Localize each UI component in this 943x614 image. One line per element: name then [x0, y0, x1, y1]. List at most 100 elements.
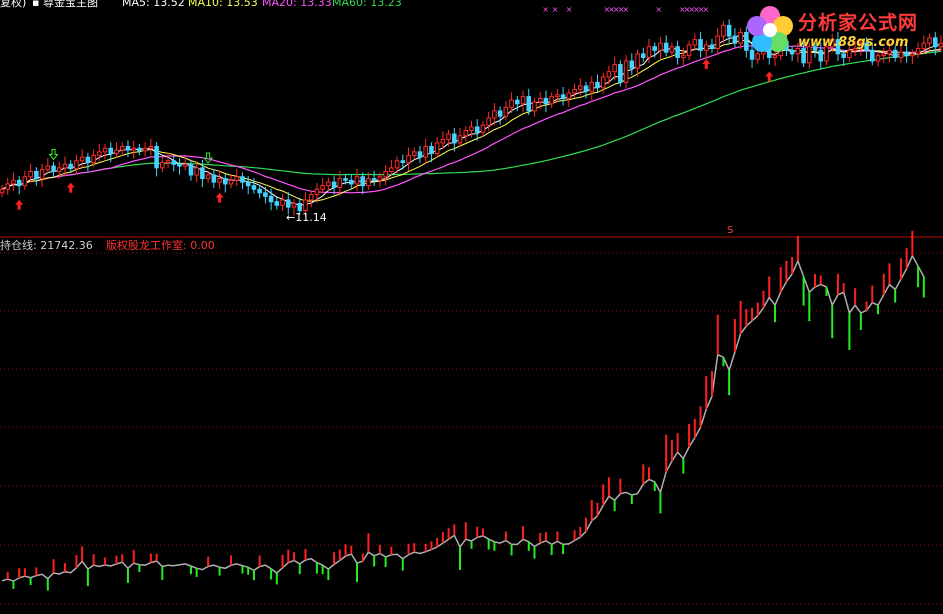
candle-body — [268, 195, 274, 203]
candle-body — [543, 97, 549, 105]
candle-body — [240, 176, 245, 183]
candle-body — [572, 89, 577, 94]
candle-body — [429, 146, 434, 155]
top-bar-item: 复权) — [0, 0, 27, 9]
ma60-line — [1, 50, 942, 190]
candle-body — [623, 60, 629, 83]
candle-body — [97, 151, 102, 156]
candle-body — [137, 147, 142, 152]
candle-body — [131, 147, 136, 151]
ma20-path — [1, 45, 942, 194]
candle-body — [22, 176, 28, 187]
candle-body — [646, 46, 652, 58]
candle-body — [509, 99, 514, 108]
candle-body — [79, 156, 85, 162]
candle-body — [658, 42, 663, 51]
candle-body — [423, 146, 428, 158]
candle-body — [286, 199, 291, 208]
candle-body — [85, 156, 91, 164]
candle-body — [263, 192, 268, 197]
candle-body — [343, 178, 348, 181]
candle-body — [469, 126, 474, 131]
candle-body — [154, 146, 159, 169]
candle-body — [348, 179, 354, 185]
candle-body — [394, 160, 400, 169]
signal-markers: × × × ××××× × ×××××× — [15, 5, 774, 210]
candle-body — [703, 44, 709, 51]
candle-body — [223, 178, 228, 185]
candle-body — [457, 135, 463, 144]
candle-body — [618, 64, 623, 83]
candle-body — [515, 99, 520, 105]
candle-body — [400, 160, 406, 164]
candle-body — [91, 154, 96, 164]
candle-body — [354, 176, 360, 185]
candle-body — [331, 181, 337, 188]
candle-body — [51, 165, 56, 172]
candle-body — [652, 46, 657, 51]
candle-body — [245, 181, 251, 187]
buy-arrow-icon — [765, 71, 774, 82]
candle-body — [589, 81, 595, 92]
watermark-title: 分析家公式网 — [798, 12, 919, 34]
candle-body — [11, 179, 16, 185]
candle-body — [480, 124, 486, 133]
sell-arrow-icon — [203, 152, 214, 164]
candle-body — [177, 163, 182, 167]
candle-body — [434, 142, 440, 155]
candle-body — [39, 169, 45, 180]
candle-body — [280, 199, 285, 206]
holding-line-label: 持仓线: 21742.36 — [0, 239, 93, 252]
candle-body — [188, 163, 194, 176]
buy-arrow-icon — [215, 192, 224, 203]
pink-x-mark: × — [703, 5, 710, 14]
candle-body — [389, 167, 394, 172]
candle-body — [257, 188, 262, 194]
candle-body — [732, 35, 738, 44]
watermark-url: www.88gs.com — [798, 35, 909, 50]
candle-body — [474, 126, 480, 133]
candle-body — [320, 185, 325, 190]
candle-body — [326, 181, 331, 187]
candle-body — [583, 85, 589, 92]
candle-body — [715, 35, 720, 50]
buy-arrow-icon — [702, 58, 711, 69]
candle-body — [606, 71, 612, 78]
candle-body — [314, 188, 320, 196]
candle-body — [600, 76, 606, 89]
candle-body — [74, 160, 79, 170]
candle-body — [125, 146, 131, 151]
candle-body — [291, 203, 297, 208]
indicator-title: ▪ 尊金宝主图 — [32, 0, 98, 9]
candle-body — [566, 92, 572, 99]
pink-x-mark: × — [622, 5, 629, 14]
candle-body — [194, 167, 199, 176]
holding-path — [1, 254, 925, 582]
sell-mark: S — [727, 225, 734, 236]
ma60-label: MA60: 13.23 — [332, 0, 402, 9]
candle-body — [406, 154, 411, 164]
candle-body — [119, 146, 125, 151]
candle-body — [595, 81, 600, 89]
candle-body — [721, 24, 726, 37]
pink-x-mark: × — [655, 5, 662, 14]
candle-body — [686, 44, 692, 57]
candle-body — [486, 117, 491, 126]
pink-x-mark: × — [566, 5, 573, 14]
candle-body — [297, 203, 303, 212]
candle-body — [497, 110, 503, 117]
candle-body — [200, 167, 205, 180]
candle-body — [698, 39, 703, 51]
ma10-path — [1, 39, 942, 202]
candle-body — [383, 170, 388, 178]
candle-body — [681, 55, 686, 58]
candle-body — [377, 176, 383, 181]
ma5-label: MA5: 13.52 — [122, 0, 185, 9]
candle-body — [371, 178, 377, 181]
candle-body — [337, 178, 343, 188]
candle-body — [520, 96, 526, 105]
candle-body — [114, 149, 119, 155]
candle-body — [692, 39, 698, 46]
ma20-label: MA20: 13.33 — [262, 0, 332, 9]
grid-lines — [0, 236, 943, 605]
